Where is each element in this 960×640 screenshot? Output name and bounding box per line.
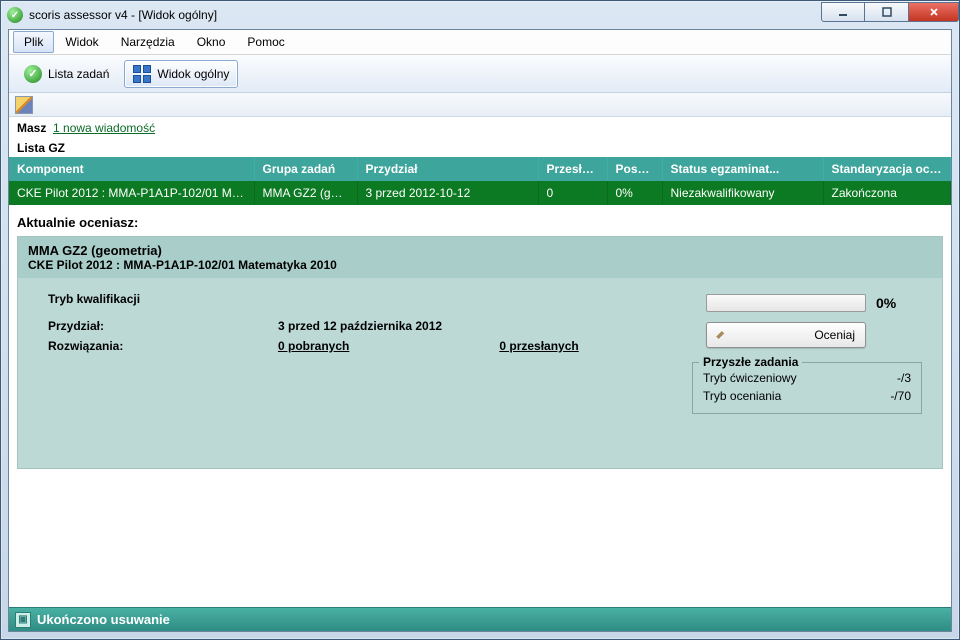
message-row: Masz 1 nowa wiadomość [9, 117, 951, 139]
future-row-1-label: Tryb ćwiczeniowy [703, 371, 797, 385]
cell-status: Niezakwalifikowany [662, 181, 823, 205]
minimize-icon [837, 6, 849, 18]
progress: 0% [706, 294, 926, 312]
cell-standaryzacja: Zakończona [823, 181, 951, 205]
current-section-title: Aktualnie oceniasz: [9, 205, 951, 236]
przeslanych-link[interactable]: 0 przesłanych [499, 339, 578, 353]
toolbar-lista-zadan-label: Lista zadań [48, 67, 109, 81]
menu-narzedzia[interactable]: Narzędzia [110, 31, 186, 53]
toolbar: Lista zadań Widok ogólny [9, 55, 951, 93]
pencil-color-icon [713, 327, 729, 343]
titlebar: scoris assessor v4 - [Widok ogólny] [1, 1, 959, 29]
oceniaj-button[interactable]: Oceniaj [706, 322, 866, 348]
future-title: Przyszłe zadania [699, 355, 802, 369]
gz-table: Komponent Grupa zadań Przydział Przesłan… [9, 157, 951, 205]
current-panel: MMA GZ2 (geometria) CKE Pilot 2012 : MMA… [17, 236, 943, 469]
panel-title: MMA GZ2 (geometria) [28, 243, 932, 258]
th-komponent[interactable]: Komponent [9, 157, 254, 181]
status-text: Ukończono usuwanie [37, 612, 170, 627]
th-przydzial[interactable]: Przydział [357, 157, 538, 181]
menubar: Plik Widok Narzędzia Okno Pomoc [9, 30, 951, 55]
th-grupa-zadan[interactable]: Grupa zadań [254, 157, 357, 181]
th-postep[interactable]: Postęp [607, 157, 662, 181]
spacer [9, 469, 951, 607]
menu-pomoc[interactable]: Pomoc [236, 31, 295, 53]
menu-plik[interactable]: Plik [13, 31, 54, 53]
cell-komponent: CKE Pilot 2012 : MMA-P1A1P-102/01 Matema… [9, 181, 254, 205]
future-row-2-label: Tryb oceniania [703, 389, 781, 403]
toolbar-lista-zadan[interactable]: Lista zadań [15, 60, 118, 88]
close-icon [928, 6, 940, 18]
oceniaj-label: Oceniaj [814, 328, 855, 342]
cell-przydzial: 3 przed 2012-10-12 [357, 181, 538, 205]
future-row-2-value: -/70 [890, 389, 911, 403]
minimize-button[interactable] [821, 2, 865, 22]
statusbar: ▣ Ukończono usuwanie [9, 607, 951, 631]
th-standaryzacja[interactable]: Standaryzacja oceniania [823, 157, 951, 181]
message-prefix: Masz [17, 121, 46, 135]
list-title: Lista GZ [9, 139, 951, 157]
message-link[interactable]: 1 nowa wiadomość [53, 121, 155, 135]
menu-okno[interactable]: Okno [186, 31, 237, 53]
panel-wrap: MMA GZ2 (geometria) CKE Pilot 2012 : MMA… [17, 236, 943, 469]
panel-body: Tryb kwalifikacji Przydział: 3 przed 12 … [18, 278, 942, 468]
right-column: 0% Oceniaj Przyszłe zadania Tryb ćwiczen… [706, 294, 926, 414]
toolbar-widok-ogolny-label: Widok ogólny [157, 67, 229, 81]
future-row-1-value: -/3 [897, 371, 911, 385]
progress-value: 0% [876, 295, 896, 311]
client-area: Plik Widok Narzędzia Okno Pomoc Lista za… [8, 29, 952, 632]
toolbar-widok-ogolny[interactable]: Widok ogólny [124, 60, 238, 88]
sub-toolbar [9, 93, 951, 117]
future-row-1: Tryb ćwiczeniowy -/3 [703, 369, 911, 387]
rozwiazania-label: Rozwiązania: [48, 339, 278, 353]
progress-bar [706, 294, 866, 312]
cell-postep: 0% [607, 181, 662, 205]
th-status[interactable]: Status egzaminat... [662, 157, 823, 181]
pencil-icon[interactable] [15, 96, 33, 114]
window-title: scoris assessor v4 - [Widok ogólny] [29, 8, 217, 22]
przydzial-label: Przydział: [48, 319, 278, 333]
panel-head: MMA GZ2 (geometria) CKE Pilot 2012 : MMA… [18, 237, 942, 278]
status-icon: ▣ [15, 612, 31, 628]
maximize-icon [881, 6, 893, 18]
window-controls [821, 2, 959, 22]
app-window: scoris assessor v4 - [Widok ogólny] Plik… [0, 0, 960, 640]
menu-widok[interactable]: Widok [54, 31, 109, 53]
pobranych-link[interactable]: 0 pobranych [278, 339, 349, 353]
app-icon [7, 7, 23, 23]
future-row-2: Tryb oceniania -/70 [703, 387, 911, 405]
th-przeslane[interactable]: Przesłane [538, 157, 607, 181]
titlebar-left: scoris assessor v4 - [Widok ogólny] [7, 7, 217, 23]
maximize-button[interactable] [865, 2, 909, 22]
panel-subtitle: CKE Pilot 2012 : MMA-P1A1P-102/01 Matema… [28, 258, 932, 272]
checkmark-icon [24, 65, 42, 83]
close-button[interactable] [909, 2, 959, 22]
cell-grupa-zadan: MMA GZ2 (geom... [254, 181, 357, 205]
future-box: Przyszłe zadania Tryb ćwiczeniowy -/3 Tr… [692, 362, 922, 414]
przydzial-value: 3 przed 12 października 2012 [278, 319, 442, 333]
cell-przeslane: 0 [538, 181, 607, 205]
table-row[interactable]: CKE Pilot 2012 : MMA-P1A1P-102/01 Matema… [9, 181, 951, 205]
table-header-row: Komponent Grupa zadań Przydział Przesłan… [9, 157, 951, 181]
grid-icon [133, 65, 151, 83]
